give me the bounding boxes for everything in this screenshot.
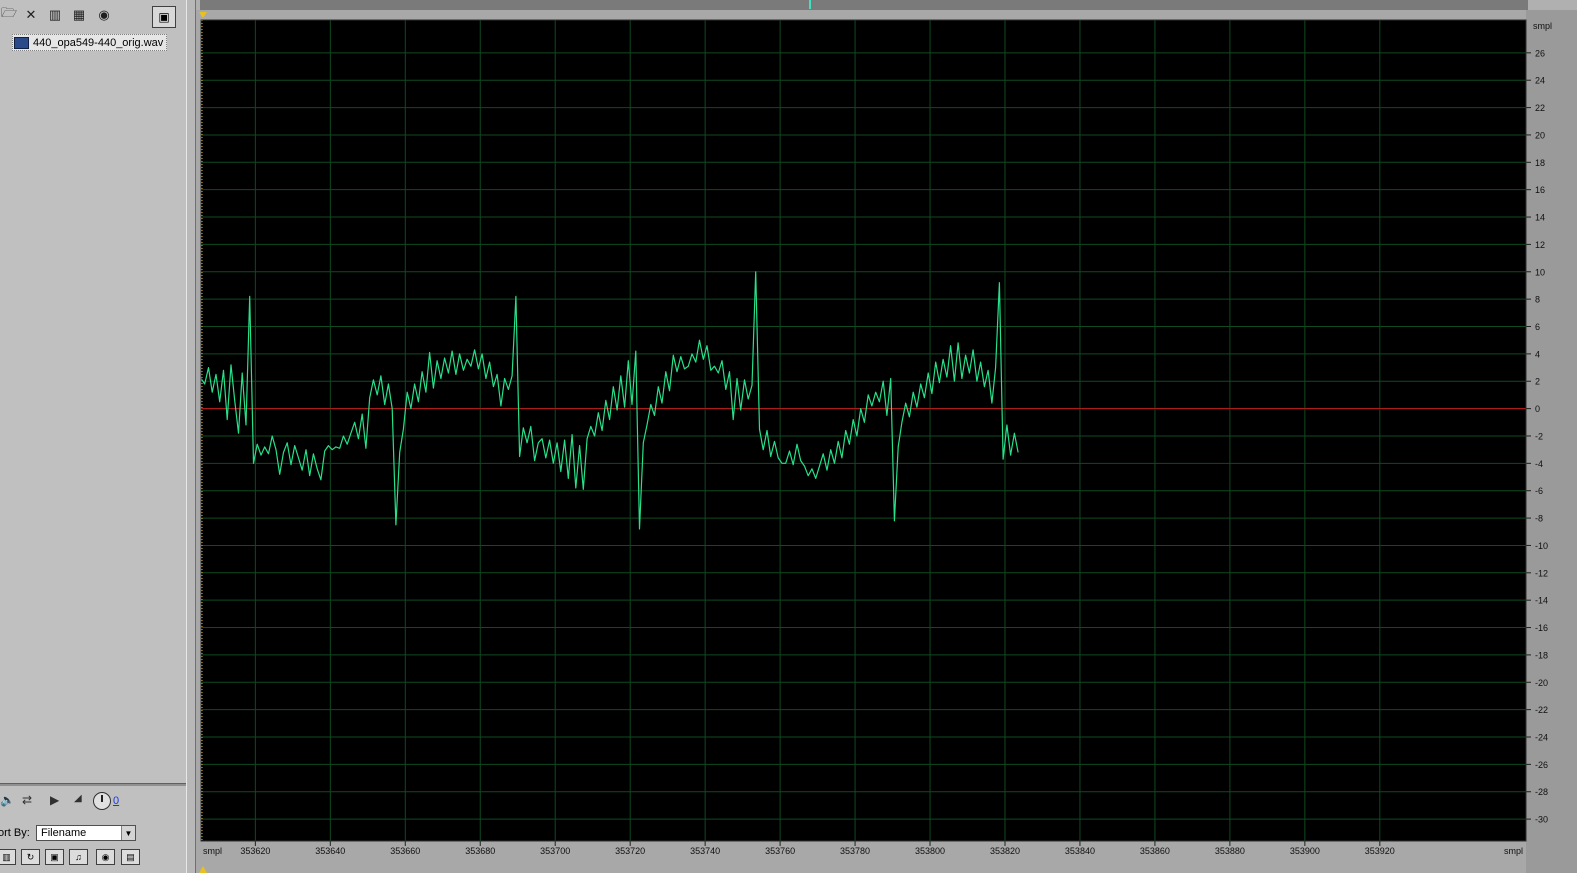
- insert-multitrack-icon[interactable]: ▦: [70, 6, 88, 24]
- x-tick-label: 353740: [690, 846, 720, 856]
- y-tick-label: -28: [1535, 787, 1548, 797]
- x-tick-label: 353880: [1215, 846, 1245, 856]
- y-tick-label: -10: [1535, 541, 1548, 551]
- close-file-icon[interactable]: ✕: [22, 6, 40, 24]
- volume-knob[interactable]: [93, 792, 111, 810]
- x-tick-label: 353760: [765, 846, 795, 856]
- y-ruler: [1526, 10, 1577, 873]
- x-tick-label: 353720: [615, 846, 645, 856]
- panel-splitter[interactable]: [186, 0, 196, 873]
- y-tick-label: -4: [1535, 459, 1543, 469]
- volume-value[interactable]: 0: [113, 795, 119, 807]
- sort-label: ort By:: [0, 827, 30, 839]
- sort-row: ort By: Filename ▼: [0, 823, 186, 843]
- y-tick-label: -14: [1535, 596, 1548, 606]
- y-tick-label: 16: [1535, 185, 1545, 195]
- y-tick-label: -6: [1535, 486, 1543, 496]
- y-tick-label: -30: [1535, 815, 1548, 825]
- open-file-icon[interactable]: 🗁: [0, 5, 18, 24]
- video-filter-icon[interactable]: ▣: [45, 849, 64, 865]
- speaker-icon[interactable]: 🔈: [0, 793, 15, 807]
- show-options-icon[interactable]: ▣: [152, 6, 176, 28]
- insert-icon[interactable]: ▥: [46, 6, 64, 24]
- file-filter-toolbar: ▥ ↻ ▣ ♫ ◉ ▤: [0, 847, 186, 867]
- audio-filter-icon[interactable]: ▥: [0, 849, 16, 865]
- play-icon[interactable]: ▶: [50, 793, 59, 807]
- loop-icon[interactable]: ⇄: [22, 793, 32, 807]
- x-tick-label: 353680: [465, 846, 495, 856]
- waveform-display[interactable]: 26242220181614121086420-2-4-6-8-10-12-14…: [196, 0, 1577, 873]
- y-tick-label: -26: [1535, 760, 1548, 770]
- x-tick-label: 353860: [1140, 846, 1170, 856]
- files-toolbar: 🗁 ✕ ▥ ▦ ◉ ▣: [0, 2, 186, 28]
- y-tick-label: 14: [1535, 213, 1545, 223]
- sort-select[interactable]: Filename ▼: [36, 825, 136, 841]
- y-tick-label: 24: [1535, 76, 1545, 86]
- y-tick-label: 6: [1535, 322, 1540, 332]
- y-tick-label: -24: [1535, 733, 1548, 743]
- waveform-editor: 26 24 22 20 18 16 14 12 10 8 6 4 2 0 -2 -4 -6 -8 -10 -12 -14…: [196, 0, 1577, 873]
- volume-ramp-icon: ◢: [74, 793, 82, 804]
- x-unit-label-left: smpl: [203, 846, 222, 856]
- y-tick-label: 2: [1535, 377, 1540, 387]
- wave-file-icon: [14, 36, 29, 49]
- y-tick-label: 18: [1535, 158, 1545, 168]
- x-tick-label: 353780: [840, 846, 870, 856]
- x-tick-label: 353660: [390, 846, 420, 856]
- y-unit-label: smpl: [1533, 21, 1552, 31]
- plot-background: [201, 20, 1526, 841]
- y-tick-label: -18: [1535, 650, 1548, 660]
- edit-file-icon[interactable]: ◉: [95, 6, 113, 24]
- top-ruler: [200, 10, 1526, 20]
- x-tick-label: 353820: [990, 846, 1020, 856]
- full-path-icon[interactable]: ◉: [96, 849, 115, 865]
- files-panel: 🗁 ✕ ▥ ▦ ◉ ▣ 440_opa549-440_orig.wav 🔈 ⇄ …: [0, 0, 187, 873]
- midi-filter-icon[interactable]: ♫: [69, 849, 88, 865]
- file-name: 440_opa549-440_orig.wav: [33, 36, 164, 49]
- x-tick-label: 353840: [1065, 846, 1095, 856]
- x-unit-label-right: smpl: [1504, 846, 1523, 856]
- y-tick-label: 4: [1535, 349, 1540, 359]
- y-tick-label: -2: [1535, 431, 1543, 441]
- y-tick-label: -12: [1535, 568, 1548, 578]
- cue-filter-icon[interactable]: ▤: [121, 849, 140, 865]
- y-tick-label: -20: [1535, 678, 1548, 688]
- left-margin: [196, 10, 200, 873]
- y-tick-label: 0: [1535, 404, 1540, 414]
- preview-transport: 🔈 ⇄ ▶ ◢ 0: [0, 790, 186, 812]
- loop-filter-icon[interactable]: ↻: [21, 849, 40, 865]
- y-tick-label: 26: [1535, 48, 1545, 58]
- x-tick-label: 353640: [315, 846, 345, 856]
- y-tick-label: -16: [1535, 623, 1548, 633]
- panel-divider: [0, 783, 186, 786]
- x-tick-label: 353800: [915, 846, 945, 856]
- x-tick-label: 353700: [540, 846, 570, 856]
- file-list-item[interactable]: 440_opa549-440_orig.wav: [12, 34, 168, 51]
- y-tick-label: -22: [1535, 705, 1548, 715]
- y-tick-label: -8: [1535, 514, 1543, 524]
- y-tick-label: 10: [1535, 267, 1545, 277]
- y-tick-label: 12: [1535, 240, 1545, 250]
- y-tick-label: 22: [1535, 103, 1545, 113]
- x-tick-label: 353620: [240, 846, 270, 856]
- x-tick-label: 353920: [1365, 846, 1395, 856]
- y-tick-label: 8: [1535, 295, 1540, 305]
- y-tick-label: 20: [1535, 130, 1545, 140]
- chevron-down-icon[interactable]: ▼: [121, 826, 135, 840]
- sort-value: Filename: [41, 827, 87, 839]
- x-tick-label: 353900: [1290, 846, 1320, 856]
